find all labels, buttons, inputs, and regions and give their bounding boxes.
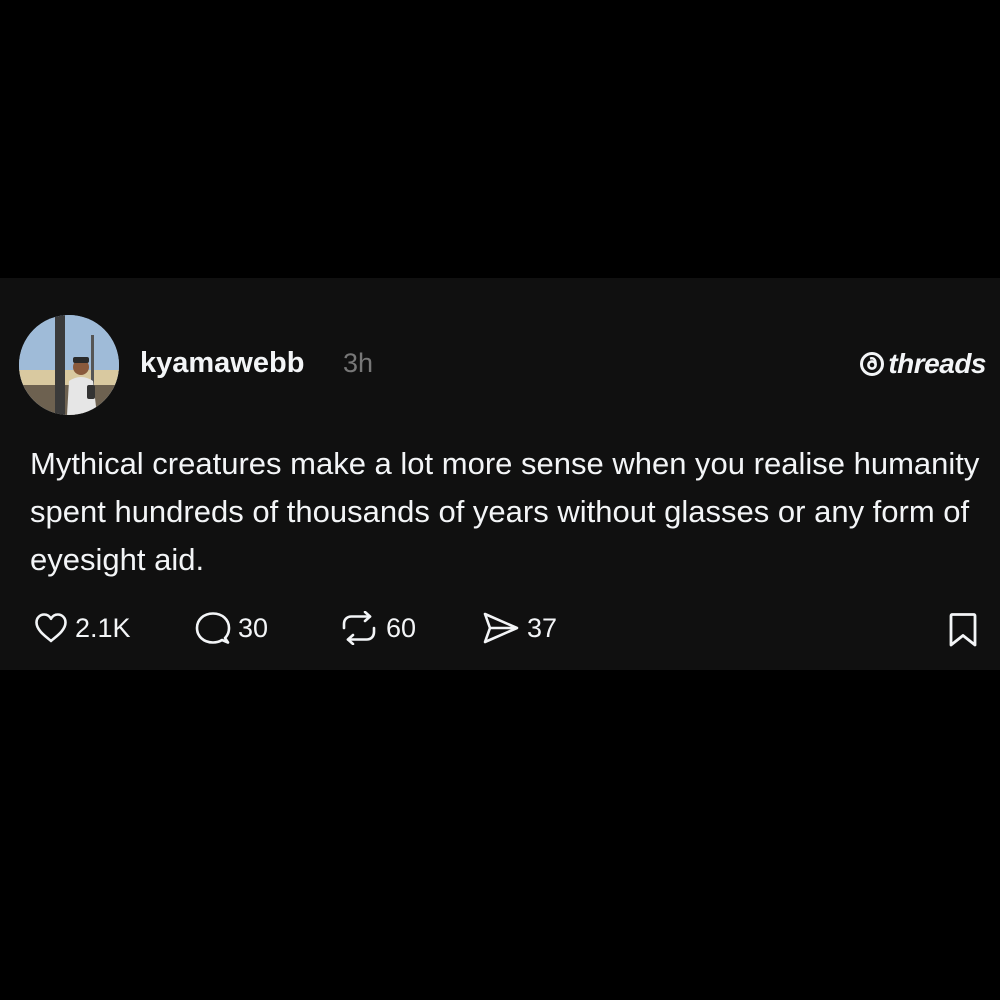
like-button[interactable]: 2.1K — [34, 608, 131, 648]
repost-button[interactable]: 60 — [339, 608, 416, 648]
threads-logo-icon — [860, 352, 885, 376]
threads-post-card: kyamawebb 3h threads Mythical creatures … — [0, 278, 1000, 670]
avatar-photo — [19, 315, 119, 415]
send-icon — [483, 612, 519, 644]
avatar[interactable] — [19, 315, 119, 415]
speech-bubble-icon — [195, 612, 231, 644]
reply-count: 30 — [238, 613, 269, 643]
reply-button[interactable]: 30 — [195, 608, 268, 648]
post-body: Mythical creatures make a lot more sense… — [30, 446, 980, 577]
like-count: 2.1K — [75, 613, 131, 643]
save-button[interactable] — [946, 612, 980, 653]
bookmark-icon — [949, 613, 977, 647]
share-count: 37 — [527, 613, 558, 643]
share-button[interactable]: 37 — [482, 608, 557, 648]
threads-wordmark: threads — [888, 348, 986, 379]
threads-brand: threads — [859, 348, 986, 380]
repost-icon — [342, 611, 376, 645]
heart-icon — [35, 613, 67, 643]
post-timestamp: 3h — [343, 348, 374, 378]
username[interactable]: kyamawebb — [140, 346, 304, 380]
repost-count: 60 — [386, 613, 417, 643]
